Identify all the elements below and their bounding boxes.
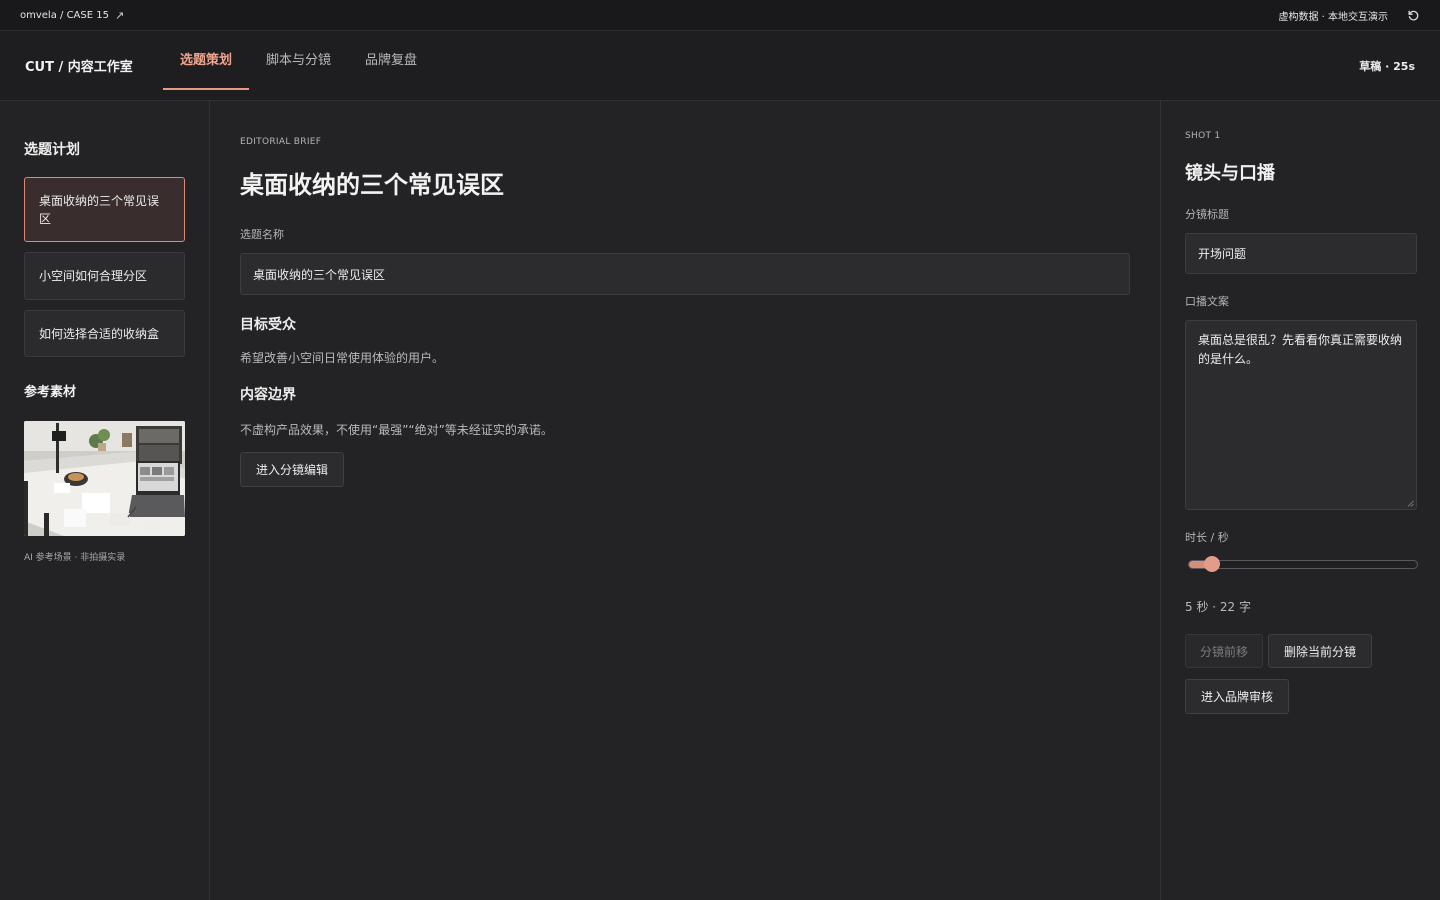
shot-title-input[interactable]: 开场问题 [1185,233,1417,274]
enter-storyboard-button[interactable]: 进入分镜编辑 [240,452,344,487]
top-strip: omvela / CASE 15 ↗ 虚构数据 · 本地交互演示 [0,0,1440,31]
rotate-ccw-icon[interactable] [1406,8,1420,22]
top-right-area: 虚构数据 · 本地交互演示 [1278,8,1420,23]
plan-item[interactable]: 桌面收纳的三个常见误区 [24,177,185,242]
audience-text: 希望改善小空间日常使用体验的用户。 [240,351,445,365]
delete-shot-button[interactable]: 删除当前分镜 [1268,634,1372,668]
duration-slider[interactable] [1188,556,1418,572]
arrow-up-right-icon: ↗ [114,8,125,22]
demo-notice: 虚构数据 · 本地交互演示 [1278,11,1388,23]
duration-label: 时长 / 秒 [1185,531,1229,544]
draft-status: 草稿 · 25s [1359,60,1415,73]
editorial-brief: EDITORIAL BRIEF 桌面收纳的三个常见误区 选题名称 桌面收纳的三个… [210,101,1160,900]
brief-eyebrow: EDITORIAL BRIEF [240,137,322,147]
breadcrumb-text: omvela / CASE 15 [20,9,109,21]
script-label: 口播文案 [1185,295,1229,308]
reference-caption: AI 参考场景 · 非拍摄实录 [24,553,126,563]
script-text: 桌面总是很乱？先看看你真正需要收纳的是什么。 [1198,333,1403,366]
resize-grip-icon[interactable] [1407,500,1414,507]
boundary-text: 不虚构产品效果，不使用“最强”“绝对”等未经证实的承诺。 [240,423,553,437]
plan-item[interactable]: 如何选择合适的收纳盒 [24,310,185,357]
page-title: 桌面收纳的三个常见误区 [240,171,504,199]
tab-brand-review[interactable]: 品牌复盘 [348,31,434,101]
app-brand: CUT / 内容工作室 [25,60,133,75]
topic-name-input[interactable]: 桌面收纳的三个常见误区 [240,253,1130,295]
shot-panel: SHOT 1 镜头与口播 分镜标题 开场问题 口播文案 桌面总是很乱？先看看你真… [1160,101,1440,900]
script-textarea[interactable]: 桌面总是很乱？先看看你真正需要收纳的是什么。 [1185,320,1417,510]
topic-name-label: 选题名称 [240,228,284,241]
move-shot-up-button[interactable]: 分镜前移 [1185,634,1263,668]
reference-image[interactable] [24,421,185,536]
tab-script-storyboard[interactable]: 脚本与分镜 [249,31,348,101]
boundary-heading: 内容边界 [240,387,296,403]
audience-heading: 目标受众 [240,317,296,333]
reference-title: 参考素材 [24,385,77,400]
tab-topic-planning[interactable]: 选题策划 [163,31,250,101]
plan-item[interactable]: 小空间如何合理分区 [24,252,185,300]
plan-list-title: 选题计划 [24,142,80,158]
case-breadcrumb[interactable]: omvela / CASE 15 ↗ [20,9,124,22]
main-tabs: 选题策划 脚本与分镜 品牌复盘 [163,31,434,101]
plan-sidebar: 选题计划 桌面收纳的三个常见误区 小空间如何合理分区 如何选择合适的收纳盒 参考… [0,101,210,900]
app-header: CUT / 内容工作室 选题策划 脚本与分镜 品牌复盘 草稿 · 25s [0,31,1440,101]
shot-eyebrow: SHOT 1 [1185,131,1221,141]
slider-thumb[interactable] [1203,556,1220,572]
shot-title-label: 分镜标题 [1185,208,1229,221]
duration-stats: 5 秒 · 22 字 [1185,600,1251,614]
shot-title: 镜头与口播 [1185,163,1275,184]
enter-brand-review-button[interactable]: 进入品牌审核 [1185,679,1289,714]
